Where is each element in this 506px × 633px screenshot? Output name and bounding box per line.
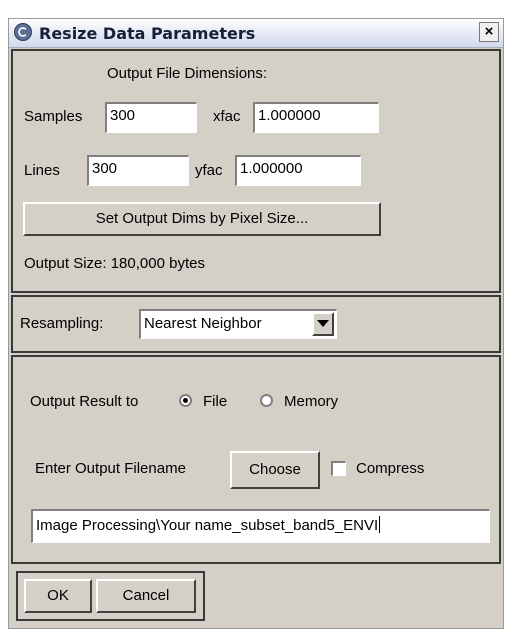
text-cursor (379, 516, 381, 533)
output-memory-radio[interactable] (260, 394, 273, 407)
samples-input[interactable]: 300 (105, 102, 197, 133)
resampling-label: Resampling: (20, 315, 104, 332)
app-icon (14, 23, 32, 41)
resampling-select[interactable]: Nearest Neighbor (139, 309, 337, 339)
filename-label: Enter Output Filename (35, 460, 186, 477)
compress-label[interactable]: Compress (356, 460, 424, 477)
action-button-group: OK Cancel (16, 571, 205, 621)
output-result-label: Output Result to (30, 393, 139, 410)
dimensions-heading: Output File Dimensions: (107, 65, 268, 82)
lines-input[interactable]: 300 (87, 155, 189, 186)
chevron-down-icon[interactable] (312, 312, 334, 336)
output-filename-value: Image Processing\Your name_subset_band5_… (36, 517, 379, 534)
yfac-input[interactable]: 1.000000 (235, 155, 361, 186)
output-size-text: Output Size: 180,000 bytes (24, 255, 205, 272)
resampling-selected-value: Nearest Neighbor (144, 315, 262, 332)
xfac-input[interactable]: 1.000000 (253, 102, 379, 133)
choose-button[interactable]: Choose (230, 451, 320, 489)
output-filename-input[interactable]: Image Processing\Your name_subset_band5_… (31, 509, 490, 543)
cancel-button[interactable]: Cancel (96, 579, 196, 613)
yfac-label: yfac (195, 162, 223, 179)
resize-data-parameters-dialog: Resize Data Parameters × Output File Dim… (8, 18, 504, 629)
output-file-label[interactable]: File (203, 393, 227, 410)
samples-label: Samples (24, 108, 83, 125)
ok-button[interactable]: OK (24, 579, 92, 613)
dimensions-panel: Output File Dimensions: Samples 300 xfac… (11, 49, 501, 293)
dialog-title: Resize Data Parameters (39, 24, 256, 43)
set-dims-by-pixel-size-button[interactable]: Set Output Dims by Pixel Size... (23, 202, 381, 236)
title-bar[interactable]: Resize Data Parameters × (9, 19, 503, 48)
lines-label: Lines (24, 162, 60, 179)
output-panel: Output Result to File Memory Enter Outpu… (11, 355, 501, 564)
resampling-panel: Resampling: Nearest Neighbor (11, 295, 501, 353)
compress-checkbox[interactable] (331, 461, 346, 476)
output-file-radio[interactable] (179, 394, 192, 407)
xfac-label: xfac (213, 108, 241, 125)
close-button[interactable]: × (479, 22, 499, 42)
output-memory-label[interactable]: Memory (284, 393, 338, 410)
